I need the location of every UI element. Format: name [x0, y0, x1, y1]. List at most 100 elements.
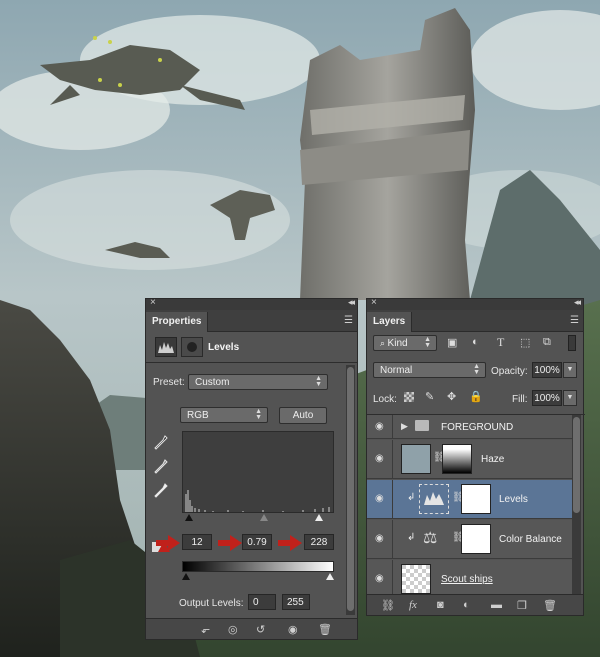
layer-thumbnail [401, 564, 431, 594]
tab-properties[interactable]: Properties [146, 312, 209, 332]
panel-menu-icon[interactable]: ☰ [344, 315, 353, 326]
visibility-eye-icon[interactable]: ◉ [375, 421, 384, 432]
filter-type-icon[interactable]: T [497, 335, 504, 350]
preset-value: Custom [195, 377, 230, 388]
visibility-eye-icon[interactable]: ◉ [288, 623, 298, 636]
highlight-slider-handle[interactable] [315, 514, 323, 521]
filter-adjustment-icon[interactable]: ◐ [472, 336, 479, 348]
collapse-icon[interactable]: ◂◂ [574, 297, 581, 308]
fill-label: Fill: [512, 394, 528, 405]
lock-brush-icon[interactable]: ✎ [425, 390, 434, 403]
preset-dropdown[interactable]: Custom ▲ ▼ [188, 374, 328, 390]
input-shadow-field[interactable]: 12 [182, 534, 212, 550]
view-previous-icon[interactable]: ◎ [228, 623, 238, 636]
properties-footer: ⬐ ◎ ↺ ◉ 🗑 [146, 618, 357, 639]
black-point-eyedropper-icon[interactable] [154, 435, 168, 454]
levels-adjustment-icon[interactable] [155, 337, 177, 357]
output-levels-slider[interactable] [182, 573, 334, 583]
new-layer-icon[interactable]: ❐ [517, 599, 527, 612]
collapse-icon[interactable]: ◂◂ [348, 297, 355, 308]
new-group-icon[interactable]: ▬ [491, 599, 502, 611]
layer-thumbnail [401, 444, 431, 474]
close-icon[interactable]: × [371, 297, 377, 308]
add-mask-icon[interactable]: ◙ [437, 599, 444, 611]
expand-triangle-icon[interactable]: ▶ [401, 421, 408, 432]
gray-point-eyedropper-icon[interactable] [154, 459, 168, 478]
clip-arrow-icon: ↲ [407, 492, 416, 503]
layer-name[interactable]: FOREGROUND [441, 422, 513, 433]
panel-titlebar: × ◂◂ [367, 297, 583, 310]
midtone-slider-handle[interactable] [260, 514, 268, 521]
layer-mask-thumbnail[interactable] [442, 444, 472, 474]
visibility-eye-icon[interactable]: ◉ [375, 573, 384, 584]
color-balance-icon: ⚖ [423, 530, 438, 547]
eye-column: ◉ [367, 415, 393, 438]
link-layers-icon[interactable]: ⛓ [381, 599, 395, 612]
scrollbar-thumb[interactable] [347, 367, 354, 611]
tab-layers[interactable]: Layers [367, 312, 413, 332]
output-levels-label: Output Levels: [179, 598, 244, 609]
layer-name[interactable]: Color Balance [499, 534, 562, 545]
layer-row-foreground[interactable]: ◉ ▶ FOREGROUND [367, 415, 574, 439]
output-white-handle[interactable] [326, 573, 334, 580]
shadow-slider-handle[interactable] [185, 514, 193, 521]
output-black-field[interactable]: 0 [248, 594, 276, 610]
filter-smart-object-icon[interactable]: ⧉ [543, 336, 551, 349]
input-levels-slider[interactable] [182, 514, 334, 524]
scrollbar-thumb[interactable] [573, 417, 580, 513]
layer-mask-thumbnail[interactable] [461, 524, 491, 554]
layer-row-color-balance[interactable]: ◉ ↲ ⚖ ⛓ Color Balance [367, 520, 574, 559]
filter-pixel-icon[interactable]: ▣ [447, 336, 457, 349]
stepper-arrows-icon: ▲ ▼ [255, 408, 262, 421]
layers-panel: × ◂◂ Layers ☰ ⌕ Kind ▲ ▼ ▣ ◐ T ⬚ ⧉ Normal… [366, 297, 585, 616]
stepper-arrows-icon: ▲ ▼ [424, 336, 431, 349]
new-adjustment-icon[interactable]: ◐ [463, 599, 470, 611]
white-point-eyedropper-icon[interactable] [154, 483, 168, 502]
trash-icon[interactable]: 🗑 [543, 599, 557, 612]
input-midtone-field[interactable]: 0.79 [242, 534, 272, 550]
clip-to-layer-icon[interactable]: ⬐ [201, 623, 210, 636]
panel-menu-icon[interactable]: ☰ [570, 315, 579, 326]
layer-row-haze[interactable]: ◉ ⛓ Haze [367, 440, 574, 479]
layer-row-levels[interactable]: ◉ ↲ ⛓ Levels [367, 480, 574, 519]
lock-transparent-icon[interactable] [404, 392, 414, 402]
visibility-eye-icon[interactable]: ◉ [375, 493, 384, 504]
eye-column: ◉ [367, 520, 393, 558]
filter-kind-value: Kind [387, 338, 408, 349]
red-arrow-icon [156, 535, 180, 554]
levels-adjustment-thumbnail [419, 484, 449, 514]
input-highlight-field[interactable]: 228 [304, 534, 334, 550]
scrollbar[interactable] [572, 415, 581, 595]
visibility-eye-icon[interactable]: ◉ [375, 453, 384, 464]
opacity-dropdown-button[interactable]: ▼ [563, 362, 577, 378]
eye-column: ◉ [367, 480, 393, 518]
layer-mask-thumbnail[interactable] [461, 484, 491, 514]
fill-field[interactable]: 100% [532, 390, 562, 406]
trash-icon[interactable]: 🗑 [318, 623, 332, 636]
scrollbar[interactable] [346, 365, 355, 615]
filter-kind-dropdown[interactable]: ⌕ Kind ▲ ▼ [373, 335, 437, 351]
fx-icon[interactable]: fx [409, 599, 417, 611]
visibility-eye-icon[interactable]: ◉ [375, 533, 384, 544]
channel-dropdown[interactable]: RGB ▲ ▼ [180, 407, 268, 423]
layer-name[interactable]: Levels [499, 494, 528, 505]
filter-toggle[interactable] [568, 335, 576, 351]
blend-mode-dropdown[interactable]: Normal ▲ ▼ [373, 362, 486, 378]
layer-name[interactable]: Scout ships [441, 574, 493, 585]
lock-all-icon[interactable]: 🔒 [469, 390, 483, 403]
reset-icon[interactable]: ↺ [256, 623, 265, 636]
fill-dropdown-button[interactable]: ▼ [563, 390, 577, 406]
layer-name[interactable]: Haze [481, 454, 504, 465]
lock-position-icon[interactable]: ✥ [447, 390, 456, 403]
output-white-field[interactable]: 255 [282, 594, 310, 610]
opacity-label: Opacity: [491, 366, 528, 377]
mask-icon[interactable] [181, 337, 203, 357]
filter-shape-icon[interactable]: ⬚ [520, 336, 530, 349]
close-icon[interactable]: × [150, 297, 156, 308]
layer-row-scout-ships[interactable]: ◉ Scout ships [367, 560, 574, 596]
output-black-handle[interactable] [182, 573, 190, 580]
auto-button[interactable]: Auto [279, 407, 327, 424]
properties-panel: × ◂◂ Properties ☰ Levels Preset: Custom … [145, 297, 358, 640]
opacity-field[interactable]: 100% [532, 362, 562, 378]
adjustment-header: Levels [146, 333, 357, 363]
